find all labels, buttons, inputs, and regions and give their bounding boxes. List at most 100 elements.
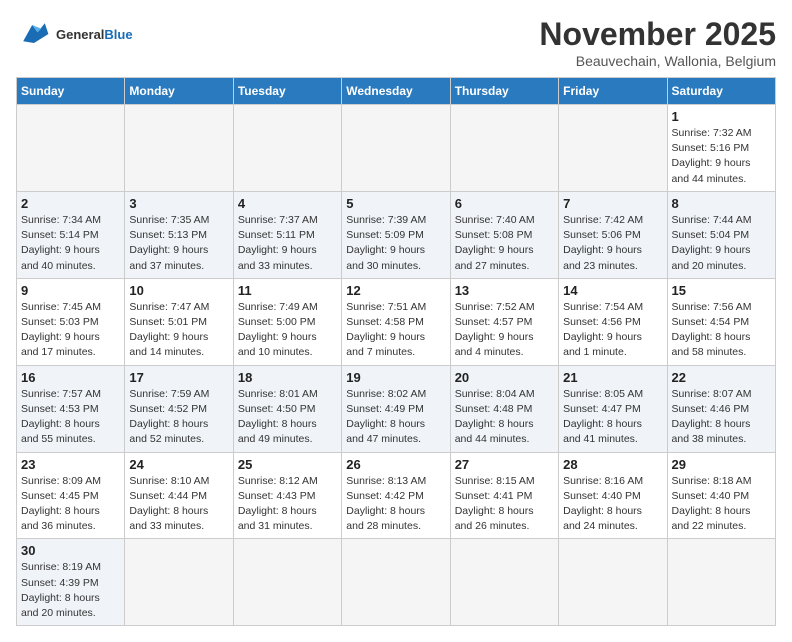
day-number: 4 [238,196,337,211]
calendar-day-cell [667,539,775,626]
day-info: Sunrise: 7:44 AM Sunset: 5:04 PM Dayligh… [672,213,771,274]
day-info: Sunrise: 7:40 AM Sunset: 5:08 PM Dayligh… [455,213,554,274]
day-info: Sunrise: 7:57 AM Sunset: 4:53 PM Dayligh… [21,387,120,448]
day-info: Sunrise: 8:07 AM Sunset: 4:46 PM Dayligh… [672,387,771,448]
day-number: 2 [21,196,120,211]
day-number: 14 [563,283,662,298]
calendar-day-cell: 18 Sunrise: 8:01 AM Sunset: 4:50 PM Dayli… [233,365,341,452]
calendar-day-cell: 21Sunrise: 8:05 AM Sunset: 4:47 PM Dayli… [559,365,667,452]
calendar-day-cell: 5Sunrise: 7:39 AM Sunset: 5:09 PM Daylig… [342,191,450,278]
day-info: Sunrise: 7:35 AM Sunset: 5:13 PM Dayligh… [129,213,228,274]
day-number: 28 [563,457,662,472]
calendar-week-row: 1Sunrise: 7:32 AM Sunset: 5:16 PM Daylig… [17,105,776,192]
day-info: Sunrise: 7:59 AM Sunset: 4:52 PM Dayligh… [129,387,228,448]
calendar-day-cell [233,539,341,626]
day-info: Sunrise: 7:42 AM Sunset: 5:06 PM Dayligh… [563,213,662,274]
day-info: Sunrise: 7:37 AM Sunset: 5:11 PM Dayligh… [238,213,337,274]
calendar-day-cell: 22 Sunrise: 8:07 AM Sunset: 4:46 PM Dayli… [667,365,775,452]
subtitle: Beauvechain, Wallonia, Belgium [539,53,776,69]
day-number: 6 [455,196,554,211]
day-info: Sunrise: 8:16 AM Sunset: 4:40 PM Dayligh… [563,474,662,535]
day-info: Sunrise: 7:45 AM Sunset: 5:03 PM Dayligh… [21,300,120,361]
logo-text: GeneralBlue [56,27,133,42]
calendar-day-cell: 15 Sunrise: 7:56 AM Sunset: 4:54 PM Dayli… [667,278,775,365]
calendar-day-cell: 12Sunrise: 7:51 AM Sunset: 4:58 PM Dayli… [342,278,450,365]
month-title: November 2025 [539,16,776,53]
day-info: Sunrise: 7:49 AM Sunset: 5:00 PM Dayligh… [238,300,337,361]
day-info: Sunrise: 8:09 AM Sunset: 4:45 PM Dayligh… [21,474,120,535]
day-number: 12 [346,283,445,298]
header-friday: Friday [559,78,667,105]
day-number: 8 [672,196,771,211]
day-number: 29 [672,457,771,472]
day-number: 15 [672,283,771,298]
day-info: Sunrise: 8:02 AM Sunset: 4:49 PM Dayligh… [346,387,445,448]
calendar-day-cell: 2Sunrise: 7:34 AM Sunset: 5:14 PM Daylig… [17,191,125,278]
calendar-day-cell: 24 Sunrise: 8:10 AM Sunset: 4:44 PM Dayli… [125,452,233,539]
header-wednesday: Wednesday [342,78,450,105]
calendar-day-cell [450,539,558,626]
day-info: Sunrise: 8:04 AM Sunset: 4:48 PM Dayligh… [455,387,554,448]
day-info: Sunrise: 8:12 AM Sunset: 4:43 PM Dayligh… [238,474,337,535]
calendar-day-cell: 28 Sunrise: 8:16 AM Sunset: 4:40 PM Dayli… [559,452,667,539]
calendar-day-cell: 3 Sunrise: 7:35 AM Sunset: 5:13 PM Daylig… [125,191,233,278]
calendar-day-cell [559,539,667,626]
day-info: Sunrise: 8:10 AM Sunset: 4:44 PM Dayligh… [129,474,228,535]
calendar-day-cell: 13Sunrise: 7:52 AM Sunset: 4:57 PM Dayli… [450,278,558,365]
calendar-day-cell: 9 Sunrise: 7:45 AM Sunset: 5:03 PM Daylig… [17,278,125,365]
calendar-week-row: 30 Sunrise: 8:19 AM Sunset: 4:39 PM Dayli… [17,539,776,626]
calendar-day-cell: 25 Sunrise: 8:12 AM Sunset: 4:43 PM Dayli… [233,452,341,539]
calendar-week-row: 23 Sunrise: 8:09 AM Sunset: 4:45 PM Dayli… [17,452,776,539]
calendar-day-cell: 29 Sunrise: 8:18 AM Sunset: 4:40 PM Dayli… [667,452,775,539]
day-number: 16 [21,370,120,385]
day-info: Sunrise: 8:19 AM Sunset: 4:39 PM Dayligh… [21,560,120,621]
calendar-day-cell [559,105,667,192]
day-info: Sunrise: 8:01 AM Sunset: 4:50 PM Dayligh… [238,387,337,448]
day-info: Sunrise: 7:52 AM Sunset: 4:57 PM Dayligh… [455,300,554,361]
calendar-day-cell: 4 Sunrise: 7:37 AM Sunset: 5:11 PM Daylig… [233,191,341,278]
calendar-week-row: 9 Sunrise: 7:45 AM Sunset: 5:03 PM Daylig… [17,278,776,365]
day-info: Sunrise: 7:54 AM Sunset: 4:56 PM Dayligh… [563,300,662,361]
day-number: 5 [346,196,445,211]
day-info: Sunrise: 7:47 AM Sunset: 5:01 PM Dayligh… [129,300,228,361]
day-number: 23 [21,457,120,472]
calendar-day-cell [17,105,125,192]
calendar-day-cell [342,539,450,626]
day-number: 3 [129,196,228,211]
day-number: 18 [238,370,337,385]
day-info: Sunrise: 7:56 AM Sunset: 4:54 PM Dayligh… [672,300,771,361]
calendar-day-cell: 30 Sunrise: 8:19 AM Sunset: 4:39 PM Dayli… [17,539,125,626]
weekday-header-row: Sunday Monday Tuesday Wednesday Thursday… [17,78,776,105]
day-number: 10 [129,283,228,298]
calendar-day-cell: 7Sunrise: 7:42 AM Sunset: 5:06 PM Daylig… [559,191,667,278]
calendar-day-cell [233,105,341,192]
calendar-day-cell [450,105,558,192]
day-number: 17 [129,370,228,385]
calendar-week-row: 16 Sunrise: 7:57 AM Sunset: 4:53 PM Dayli… [17,365,776,452]
day-info: Sunrise: 8:18 AM Sunset: 4:40 PM Dayligh… [672,474,771,535]
title-block: November 2025 Beauvechain, Wallonia, Bel… [539,16,776,69]
day-number: 19 [346,370,445,385]
calendar-day-cell: 8 Sunrise: 7:44 AM Sunset: 5:04 PM Daylig… [667,191,775,278]
header-thursday: Thursday [450,78,558,105]
day-info: Sunrise: 7:32 AM Sunset: 5:16 PM Dayligh… [672,126,771,187]
calendar-day-cell: 27Sunrise: 8:15 AM Sunset: 4:41 PM Dayli… [450,452,558,539]
calendar-day-cell: 17 Sunrise: 7:59 AM Sunset: 4:52 PM Dayli… [125,365,233,452]
day-info: Sunrise: 8:13 AM Sunset: 4:42 PM Dayligh… [346,474,445,535]
calendar-day-cell: 1Sunrise: 7:32 AM Sunset: 5:16 PM Daylig… [667,105,775,192]
day-number: 26 [346,457,445,472]
calendar-day-cell [125,539,233,626]
day-number: 25 [238,457,337,472]
day-info: Sunrise: 8:05 AM Sunset: 4:47 PM Dayligh… [563,387,662,448]
header-tuesday: Tuesday [233,78,341,105]
calendar-day-cell: 26 Sunrise: 8:13 AM Sunset: 4:42 PM Dayli… [342,452,450,539]
day-number: 30 [21,543,120,558]
day-number: 9 [21,283,120,298]
day-number: 22 [672,370,771,385]
day-number: 20 [455,370,554,385]
calendar-day-cell [342,105,450,192]
calendar-table: Sunday Monday Tuesday Wednesday Thursday… [16,77,776,626]
day-number: 24 [129,457,228,472]
page-header: GeneralBlue November 2025 Beauvechain, W… [16,16,776,69]
calendar-day-cell: 11Sunrise: 7:49 AM Sunset: 5:00 PM Dayli… [233,278,341,365]
